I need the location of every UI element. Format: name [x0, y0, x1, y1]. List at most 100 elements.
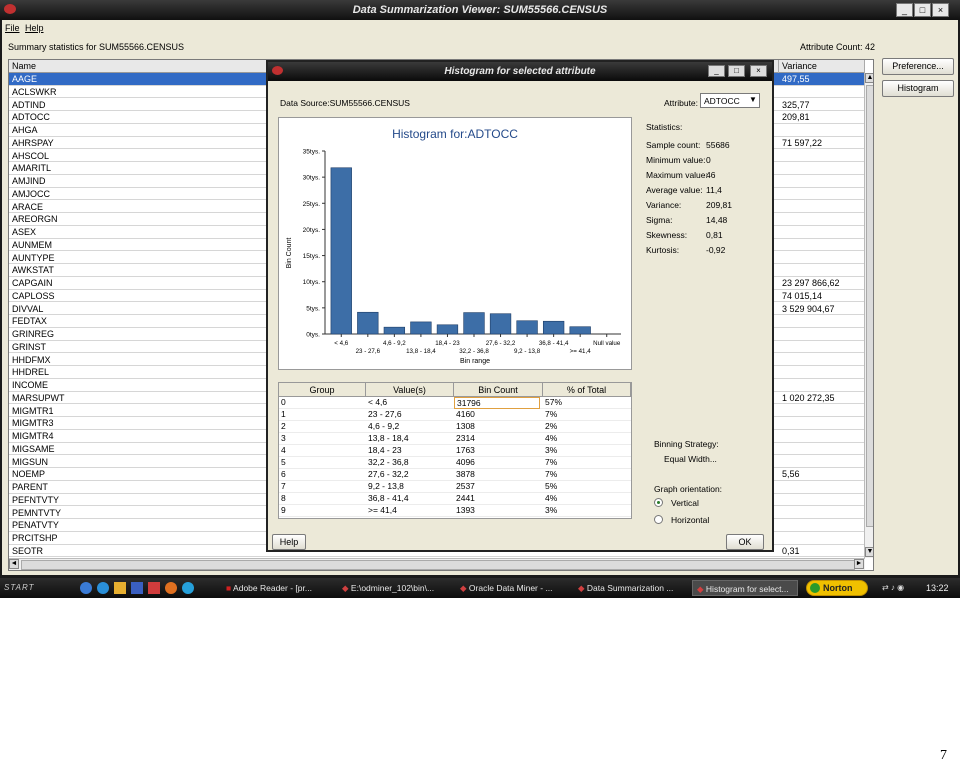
grid-row[interactable]: 9 >= 41,4 1393 3%	[279, 505, 631, 517]
col-variance-header[interactable]: Variance	[779, 60, 865, 73]
cell-name: AHRSPAY	[12, 137, 54, 148]
dialog-close-icon[interactable]: ×	[750, 65, 767, 77]
ok-button[interactable]: OK	[726, 534, 764, 550]
grid-cell: 3878	[456, 469, 475, 479]
orientation-horizontal-option[interactable]: Horizontal	[654, 515, 734, 527]
scroll-up-icon[interactable]: ▲	[865, 73, 873, 83]
task-oracle-data-miner[interactable]: ◆ Oracle Data Miner - ...	[456, 580, 568, 596]
norton-check-icon	[810, 583, 820, 593]
grid-row[interactable]: 2 4,6 - 9,2 1308 2%	[279, 421, 631, 433]
orientation-label: Graph orientation:	[654, 484, 723, 494]
histogram-dialog: Histogram for selected attribute _ □ × D…	[266, 60, 774, 552]
y-tick-label: 35tys.	[303, 149, 321, 156]
maximize-icon[interactable]: □	[914, 3, 931, 17]
cell-name: PARENT	[12, 482, 48, 492]
stat-label: Maximum value:	[646, 170, 708, 180]
grid-cell: 3%	[545, 445, 558, 455]
page-number: 7	[940, 748, 947, 763]
cell-variance: 3 529 904,67	[782, 303, 835, 314]
radio-vertical-label: Vertical	[671, 498, 699, 508]
start-button[interactable]: START	[4, 580, 64, 596]
grid-row[interactable]: 6 27,6 - 32,2 3878 7%	[279, 469, 631, 481]
stat-label: Kurtosis:	[646, 245, 680, 255]
grid-cell: 4	[281, 445, 286, 455]
chevron-down-icon[interactable]: ▼	[749, 95, 757, 104]
menu-file[interactable]: File	[5, 23, 20, 33]
grid-row[interactable]: 5 32,2 - 36,8 4096 7%	[279, 457, 631, 469]
folder-icon[interactable]	[114, 582, 126, 594]
data-source-label: Data Source:SUM55566.CENSUS	[280, 98, 410, 108]
scroll-down-icon[interactable]: ▼	[865, 547, 873, 557]
norton-button[interactable]: Norton	[806, 580, 868, 596]
histogram-button[interactable]: Histogram	[882, 80, 954, 97]
histogram-bar	[383, 326, 406, 335]
help-button[interactable]: Help	[272, 534, 306, 550]
menu-bar: File Help	[2, 20, 958, 38]
table-vertical-scrollbar[interactable]: ▲ ▼	[864, 73, 873, 558]
minimize-icon[interactable]: _	[896, 3, 913, 17]
radio-vertical[interactable]	[654, 498, 663, 507]
grid-header-values[interactable]: Value(s)	[366, 383, 454, 397]
stat-value: 11,4	[706, 185, 722, 195]
table-horizontal-scrollbar[interactable]: ◄ ►	[9, 558, 865, 570]
grid-row[interactable]: 8 36,8 - 41,4 2441 4%	[279, 493, 631, 505]
scroll-thumb[interactable]	[866, 85, 873, 527]
grid-cell: 1393	[456, 505, 475, 515]
tray-icons[interactable]: ⇄ ♪ ◉	[882, 583, 918, 593]
hscroll-thumb[interactable]	[21, 560, 855, 570]
statistics-title: Statistics:	[646, 122, 683, 132]
grid-cell: < 4,6	[368, 397, 388, 407]
cell-name: MIGSUN	[12, 456, 48, 467]
grid-row[interactable]: 3 13,8 - 18,4 2314 4%	[279, 433, 631, 445]
task-data-summarization[interactable]: ◆ Data Summarization ...	[574, 580, 686, 596]
orientation-vertical-option[interactable]: Vertical	[654, 498, 734, 510]
grid-cell: 31796	[454, 397, 540, 409]
grid-row[interactable]: 1 23 - 27,6 4160 7%	[279, 409, 631, 421]
close-icon[interactable]: ×	[932, 3, 949, 17]
grid-header-percent[interactable]: % of Total	[543, 383, 631, 397]
skype-icon[interactable]	[182, 582, 194, 594]
cell-name: CAPLOSS	[12, 290, 55, 301]
dialog-maximize-icon[interactable]: □	[728, 65, 745, 77]
task-explorer[interactable]: ◆ E:\odminer_102\bin\...	[338, 580, 450, 596]
grid-cell: 13,8 - 18,4	[368, 433, 409, 443]
cell-name: GRINST	[12, 341, 47, 352]
stat-label: Sample count:	[646, 140, 701, 150]
radio-horizontal[interactable]	[654, 515, 663, 524]
task-adobe-reader[interactable]: ■ Adobe Reader - [pr...	[222, 580, 332, 596]
dialog-minimize-icon[interactable]: _	[708, 65, 725, 77]
task-histogram[interactable]: ◆ Histogram for select...	[692, 580, 798, 596]
cell-name: PENATVTY	[12, 520, 59, 531]
cell-variance	[779, 226, 782, 238]
cell-name: AHGA	[12, 125, 38, 135]
grid-cell: 7%	[545, 457, 558, 467]
attribute-select[interactable]: ADTOCC ▼	[700, 93, 760, 108]
histogram-bar	[410, 321, 432, 335]
app-launcher-icon[interactable]	[148, 582, 160, 594]
binning-strategy-value[interactable]: Equal Width...	[664, 454, 717, 464]
grid-header-bin-count[interactable]: Bin Count	[454, 383, 543, 397]
grid-row[interactable]: 4 18,4 - 23 1763 3%	[279, 445, 631, 457]
dialog-title-bar[interactable]: Histogram for selected attribute _ □ ×	[268, 62, 772, 81]
menu-help[interactable]: Help	[25, 23, 44, 33]
stat-value: 46	[706, 170, 716, 180]
grid-header-group[interactable]: Group	[279, 383, 366, 397]
cell-variance: 1 020 272,35	[782, 392, 835, 403]
cell-variance	[779, 366, 782, 378]
scroll-right-icon[interactable]: ►	[854, 559, 864, 569]
grid-row[interactable]: 7 9,2 - 13,8 2537 5%	[279, 481, 631, 493]
scroll-left-icon[interactable]: ◄	[9, 559, 19, 569]
disk-icon[interactable]	[131, 582, 143, 594]
cell-variance	[779, 252, 782, 264]
browser-icon[interactable]	[97, 582, 109, 594]
firefox-icon[interactable]	[165, 582, 177, 594]
binning-strategy-label: Binning Strategy:	[654, 439, 719, 449]
grid-cell: 5	[281, 457, 286, 467]
cell-name: ADTOCC	[12, 112, 50, 123]
cell-variance	[779, 494, 782, 506]
ie-icon[interactable]	[80, 582, 92, 594]
title-bar[interactable]: Data Summarization Viewer: SUM55566.CENS…	[0, 0, 960, 20]
histogram-bar	[463, 312, 485, 335]
preference-button[interactable]: Preference...	[882, 58, 954, 75]
grid-row[interactable]: 0 < 4,6 31796 57%	[279, 397, 631, 409]
